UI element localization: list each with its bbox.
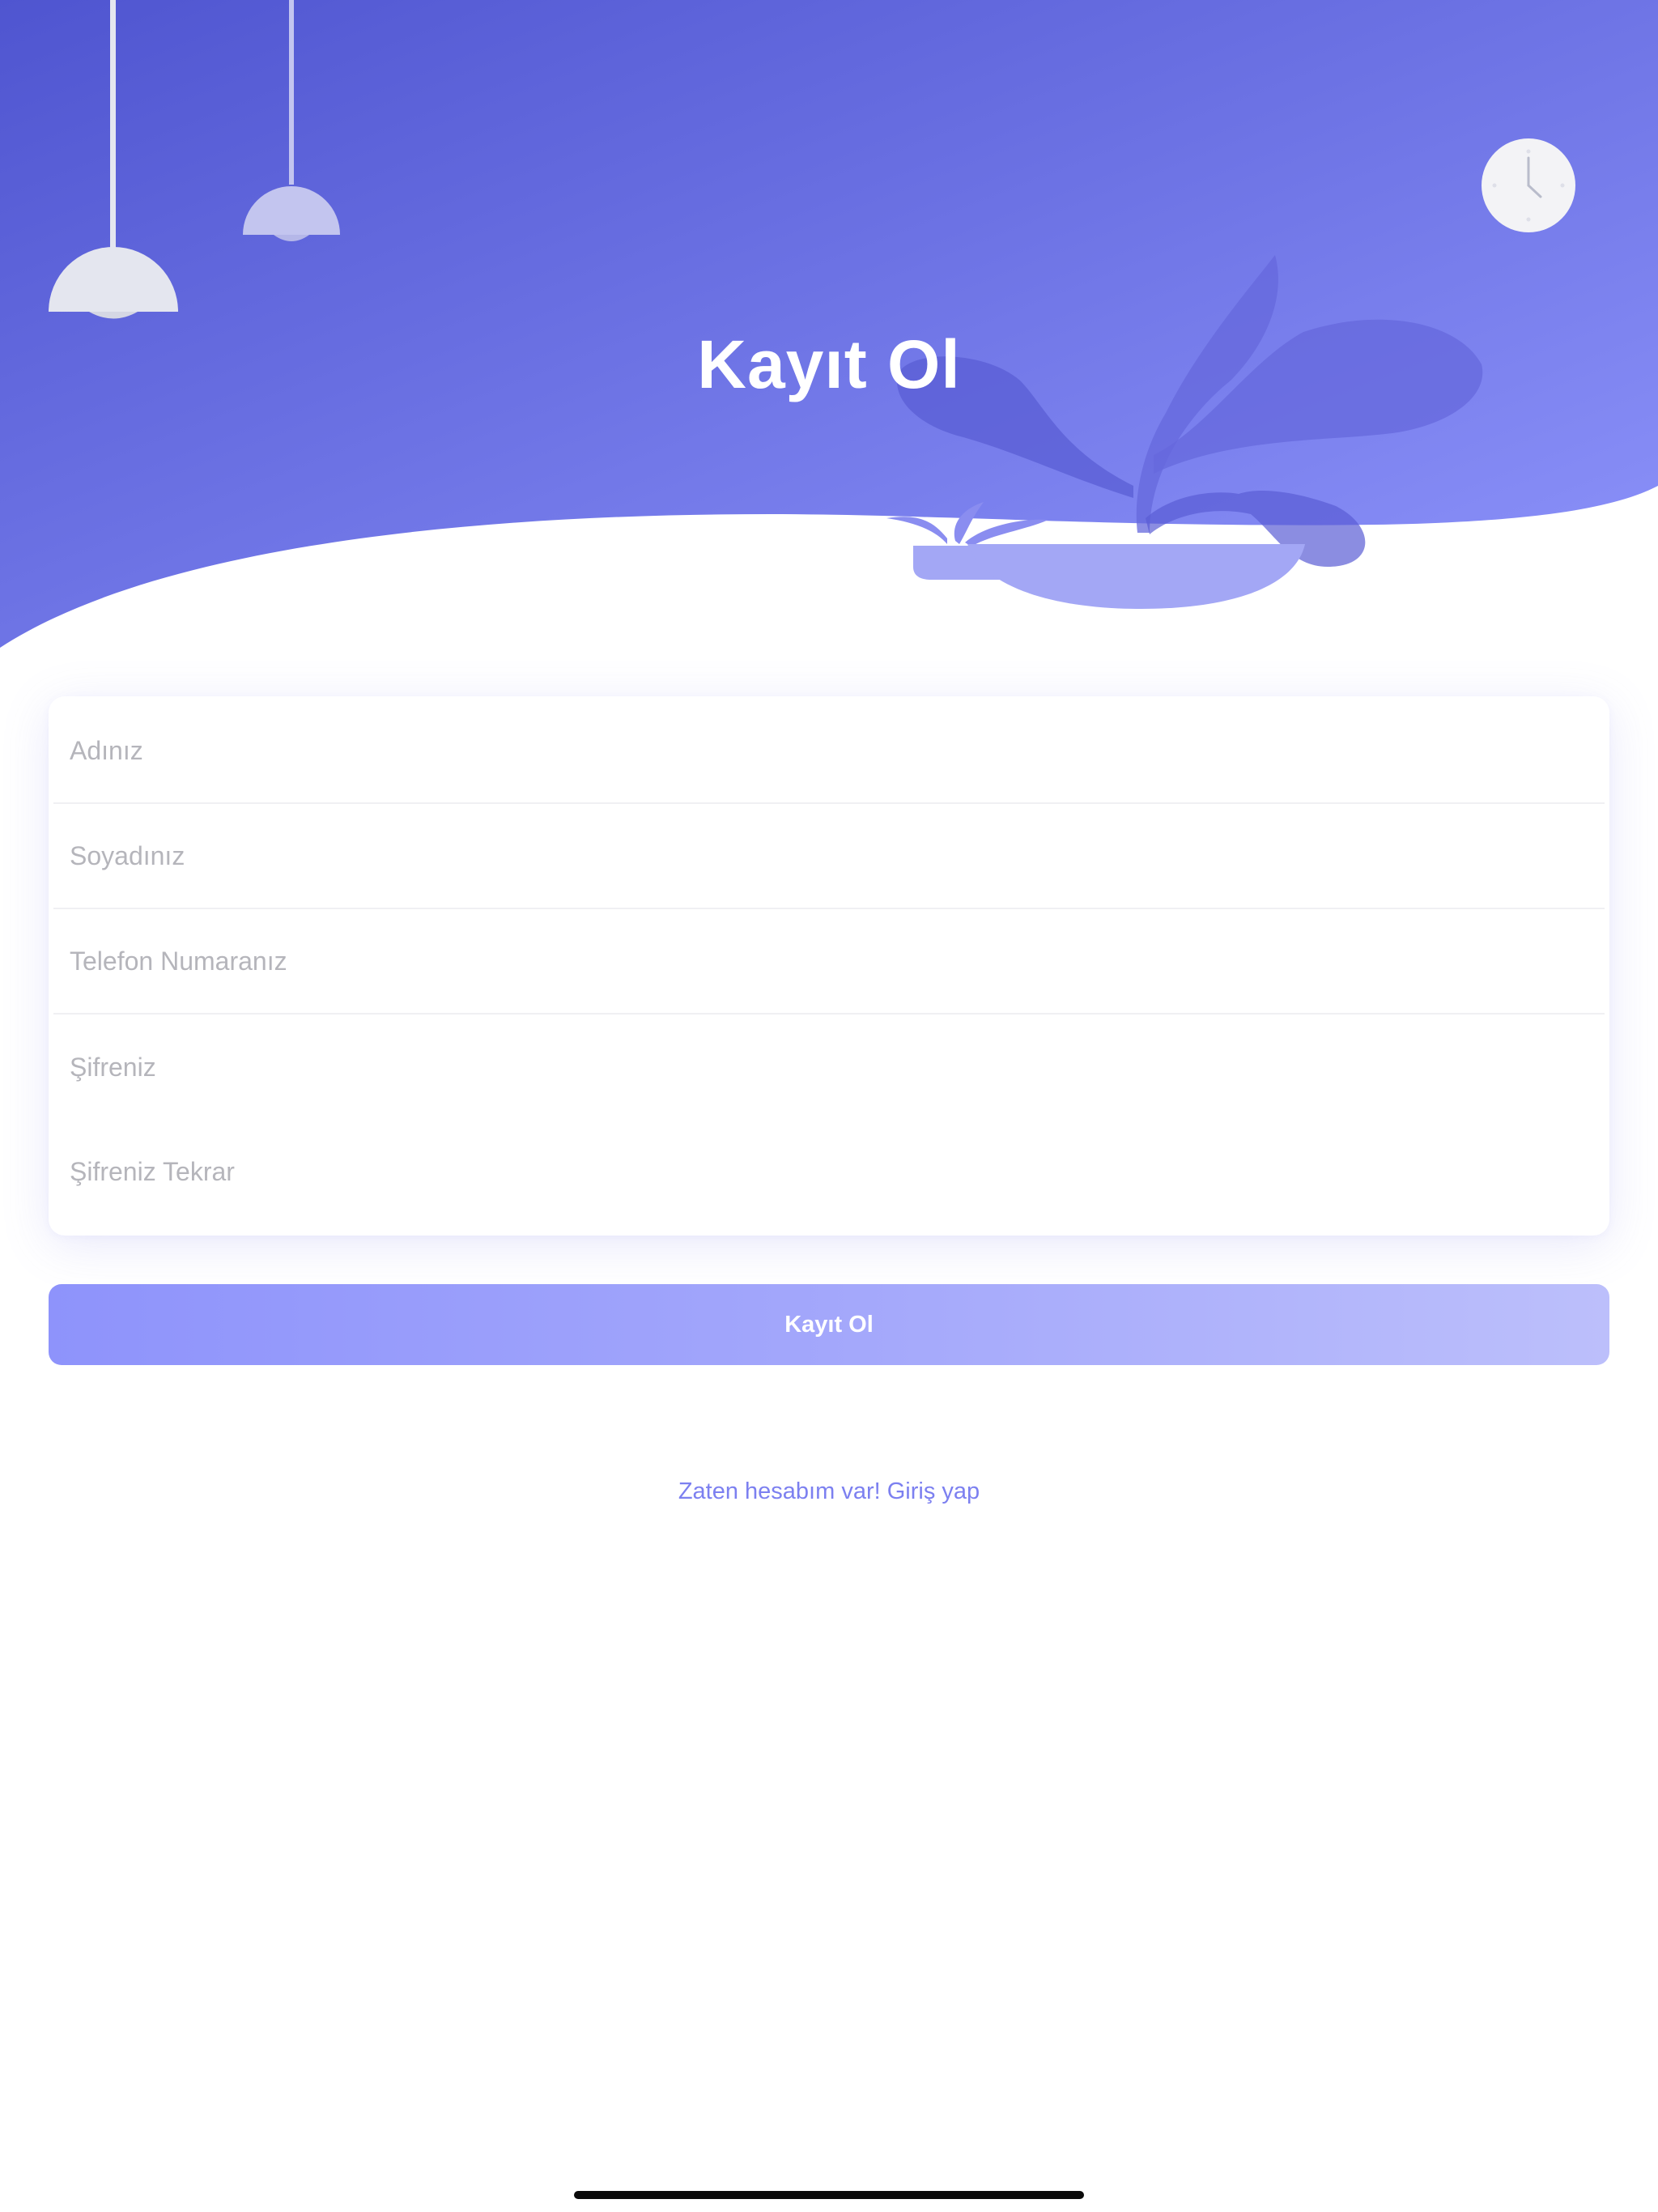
first-name-input[interactable] <box>70 700 1592 802</box>
password-field[interactable] <box>53 1015 1605 1120</box>
page-title: Kayıt Ol <box>697 326 961 402</box>
wall-clock-icon <box>1482 138 1575 232</box>
login-link-row: Zaten hesabım var! Giriş yap <box>0 1475 1658 1508</box>
home-indicator[interactable] <box>574 2191 1084 2199</box>
first-name-field[interactable] <box>53 700 1605 804</box>
last-name-input[interactable] <box>70 805 1592 908</box>
phone-field[interactable] <box>53 910 1605 1015</box>
register-button[interactable]: Kayıt Ol <box>49 1284 1609 1365</box>
last-name-field[interactable] <box>53 805 1605 909</box>
registration-form <box>49 696 1609 1236</box>
password-confirm-input[interactable] <box>70 1120 1592 1224</box>
login-link[interactable]: Zaten hesabım var! Giriş yap <box>678 1478 980 1504</box>
password-confirm-field[interactable] <box>53 1120 1605 1224</box>
password-input[interactable] <box>70 1015 1592 1120</box>
phone-input[interactable] <box>70 910 1592 1013</box>
